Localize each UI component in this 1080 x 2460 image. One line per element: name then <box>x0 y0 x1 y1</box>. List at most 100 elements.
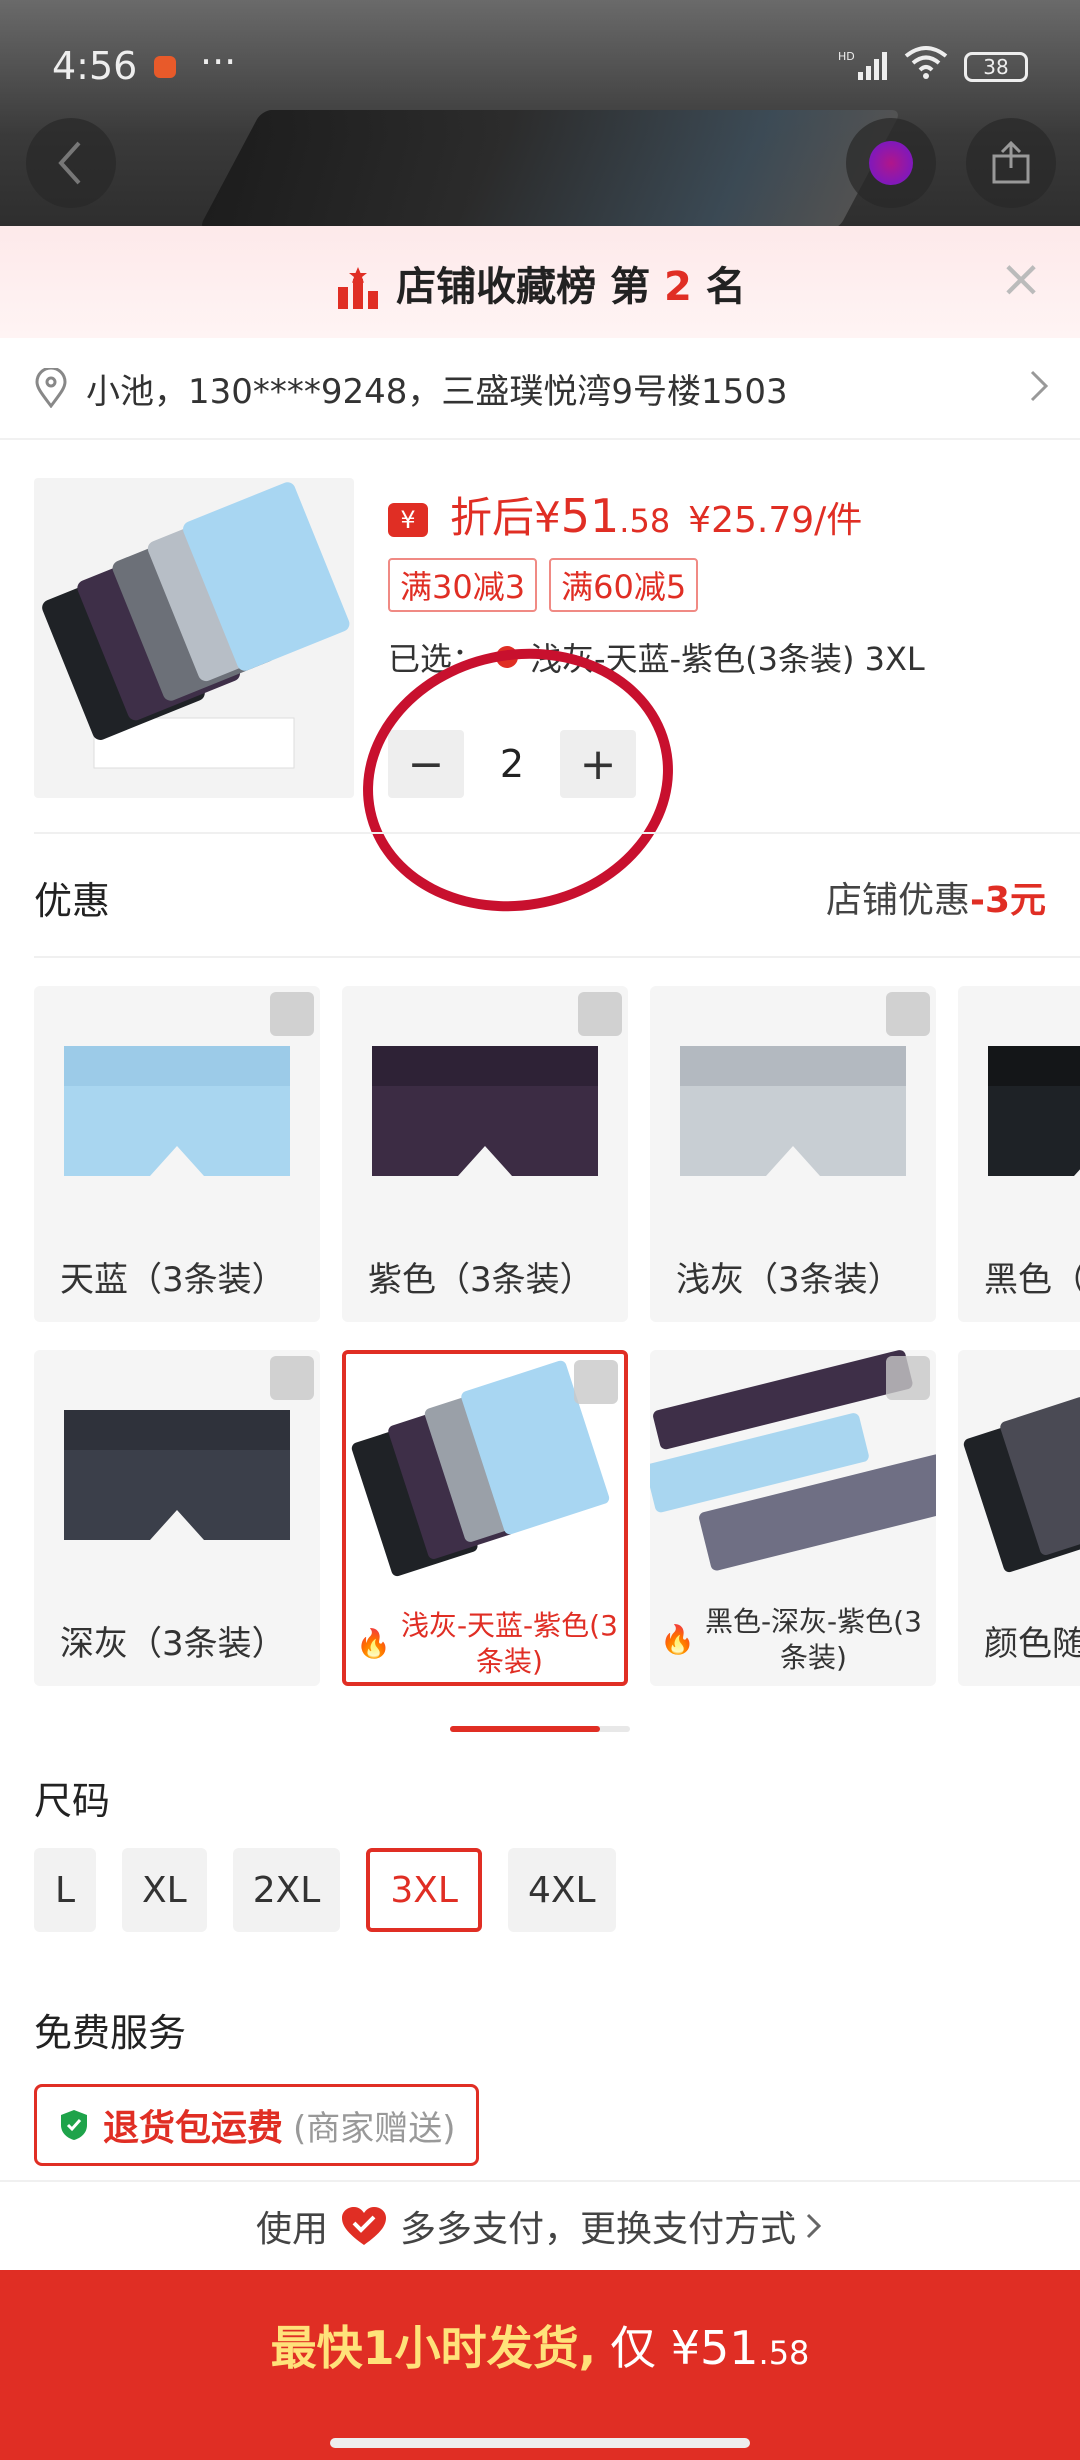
promo-row[interactable]: 优惠 店铺优惠-3元 <box>0 836 1080 958</box>
size-option-4xl[interactable]: 4XL <box>507 1848 616 1932</box>
decrease-button[interactable]: − <box>388 730 464 798</box>
expand-icon[interactable] <box>270 1356 314 1400</box>
increase-button[interactable]: + <box>560 730 636 798</box>
battery-icon: 38 <box>964 52 1028 82</box>
expand-icon[interactable] <box>886 1356 930 1400</box>
variant-card[interactable]: 🔥 黑色-深灰-紫色(3条装) <box>650 1350 936 1686</box>
quantity-stepper: − 2 + <box>388 730 636 798</box>
expand-icon[interactable] <box>578 992 622 1036</box>
return-shipping-service[interactable]: 退货包运费 (商家赠送) <box>34 2084 479 2166</box>
variant-label: 浅灰（3条装） <box>676 1259 902 1300</box>
variant-card-selected[interactable]: 🔥 浅灰-天蓝-紫色(3条装) <box>342 1350 628 1686</box>
service-note: (商家赠送) <box>293 2108 456 2149</box>
variant-label: 黑色（ <box>984 1259 1080 1300</box>
rank-suffix: 名 <box>705 264 746 310</box>
size-options: L XL 2XL 3XL 4XL <box>34 1848 616 1932</box>
selected-dot-icon <box>496 646 519 668</box>
buy-price-prefix: 仅 ¥ <box>610 2321 700 2375</box>
variant-image <box>958 1350 1080 1594</box>
home-indicator[interactable] <box>330 2438 750 2448</box>
variant-label: 🔥 黑色-深灰-紫色(3条装) <box>650 1594 936 1686</box>
app-notification-icon <box>154 56 176 78</box>
promo-detail: 店铺优惠-3元 <box>826 871 1046 923</box>
signal-icon: HD <box>838 48 890 89</box>
expand-icon[interactable] <box>270 992 314 1036</box>
status-time: 4:56 <box>52 44 138 88</box>
expand-icon[interactable] <box>574 1360 618 1404</box>
promo-label: 优惠 <box>34 878 111 923</box>
back-button[interactable] <box>26 118 116 208</box>
variant-card[interactable]: 深灰（3条装） <box>34 1350 320 1686</box>
location-pin-icon <box>35 368 67 408</box>
hot-icon: 🔥 <box>660 1623 695 1656</box>
chevron-right-icon <box>1028 368 1050 413</box>
selected-spec: 已选： 浅灰-天蓝-紫色(3条装) 3XL <box>388 634 925 680</box>
coupon-icon: ¥ <box>388 503 428 537</box>
discount-price-label: 折后¥ <box>450 493 561 542</box>
scroll-thumb <box>450 1726 600 1732</box>
size-option-xl[interactable]: XL <box>122 1848 207 1932</box>
size-option-2xl[interactable]: 2XL <box>232 1848 341 1932</box>
variant-card[interactable]: 紫色（3条装） <box>342 986 628 1322</box>
selected-prefix: 已选： <box>388 640 485 678</box>
promo-detail-prefix: 店铺优惠 <box>825 880 970 921</box>
coupon-tag: 满60减5 <box>549 558 699 612</box>
status-bar: 4:56 ··· HD 38 <box>0 0 1080 230</box>
divider <box>34 956 1080 958</box>
service-name: 退货包运费 <box>103 2108 284 2149</box>
discount-price-dec: .58 <box>619 502 671 540</box>
variant-scroll-indicator <box>450 1726 630 1732</box>
rank-banner-title[interactable]: 店铺收藏榜 第 2 名 <box>0 254 1080 312</box>
variant-card[interactable]: 浅灰（3条装） <box>650 986 936 1322</box>
close-button[interactable]: × <box>996 253 1046 305</box>
coupon-tags: 满30减3 满60减5 <box>388 558 699 612</box>
variant-label: 深灰（3条装） <box>60 1623 286 1664</box>
variant-image <box>958 986 1080 1230</box>
variant-grid: 天蓝（3条装） 紫色（3条装） 浅灰（3条装） 黑色（ 深灰（3条装） 🔥 浅灰-… <box>34 986 1080 1696</box>
share-button[interactable] <box>966 118 1056 208</box>
pay-prefix: 使用 <box>255 2209 328 2250</box>
size-title: 尺码 <box>34 1779 111 1823</box>
size-option-l[interactable]: L <box>34 1848 96 1932</box>
service-title: 免费服务 <box>34 2011 187 2055</box>
buy-price-dec: .58 <box>758 2334 810 2372</box>
unit-price: ¥25.79/件 <box>688 500 863 541</box>
shop-avatar <box>869 141 913 185</box>
product-thumbnail[interactable] <box>34 478 354 798</box>
address-row[interactable]: 小池，130****9248，三盛璞悦湾9号楼1503 <box>0 338 1080 440</box>
buy-button[interactable]: 最快1小时发货, 仅 ¥51.58 <box>0 2270 1080 2460</box>
buy-button-text: 最快1小时发货, <box>270 2321 597 2375</box>
coupon-tag: 满30减3 <box>388 558 538 612</box>
back-arrow-icon <box>58 141 81 185</box>
pay-suffix: 多多支付，更换支付方式 <box>400 2209 797 2250</box>
svg-text:HD: HD <box>838 50 855 63</box>
variant-label: 颜色随 <box>984 1623 1080 1664</box>
expand-icon[interactable] <box>886 992 930 1036</box>
rank-number: 2 <box>664 264 692 310</box>
variant-card[interactable]: 黑色（ <box>958 986 1080 1322</box>
variant-label: 天蓝（3条装） <box>60 1259 286 1300</box>
variant-label: 🔥 浅灰-天蓝-紫色(3条装) <box>346 1598 624 1682</box>
wifi-icon <box>902 44 950 89</box>
duoduo-pay-icon <box>342 2207 386 2245</box>
size-option-3xl[interactable]: 3XL <box>366 1848 482 1932</box>
buy-button-price: 仅 ¥51.58 <box>610 2312 809 2378</box>
variant-card[interactable]: 天蓝（3条装） <box>34 986 320 1322</box>
close-icon: × <box>999 249 1043 309</box>
quantity-value[interactable]: 2 <box>464 742 560 786</box>
hot-icon: 🔥 <box>356 1627 391 1660</box>
payment-method-row[interactable]: 使用 多多支付，更换支付方式 <box>0 2180 1080 2270</box>
price-row: ¥ 折后¥ 51 .58 ¥25.79/件 <box>388 484 862 545</box>
shop-avatar-button[interactable] <box>846 118 936 208</box>
shield-check-icon <box>61 2110 87 2140</box>
rank-prefix: 店铺收藏榜 第 <box>396 264 651 310</box>
variant-label-text: 浅灰-天蓝-紫色(3条装) <box>400 1609 618 1678</box>
minus-icon: − <box>407 738 445 790</box>
variant-card[interactable]: 颜色随 <box>958 1350 1080 1686</box>
buy-price-int: 51 <box>699 2321 759 2375</box>
discount-price-int: 51 <box>560 489 620 543</box>
rank-chart-icon <box>338 267 379 309</box>
chevron-right-icon <box>806 2213 822 2239</box>
share-icon <box>992 140 1030 184</box>
variant-label: 紫色（3条装） <box>368 1259 594 1300</box>
